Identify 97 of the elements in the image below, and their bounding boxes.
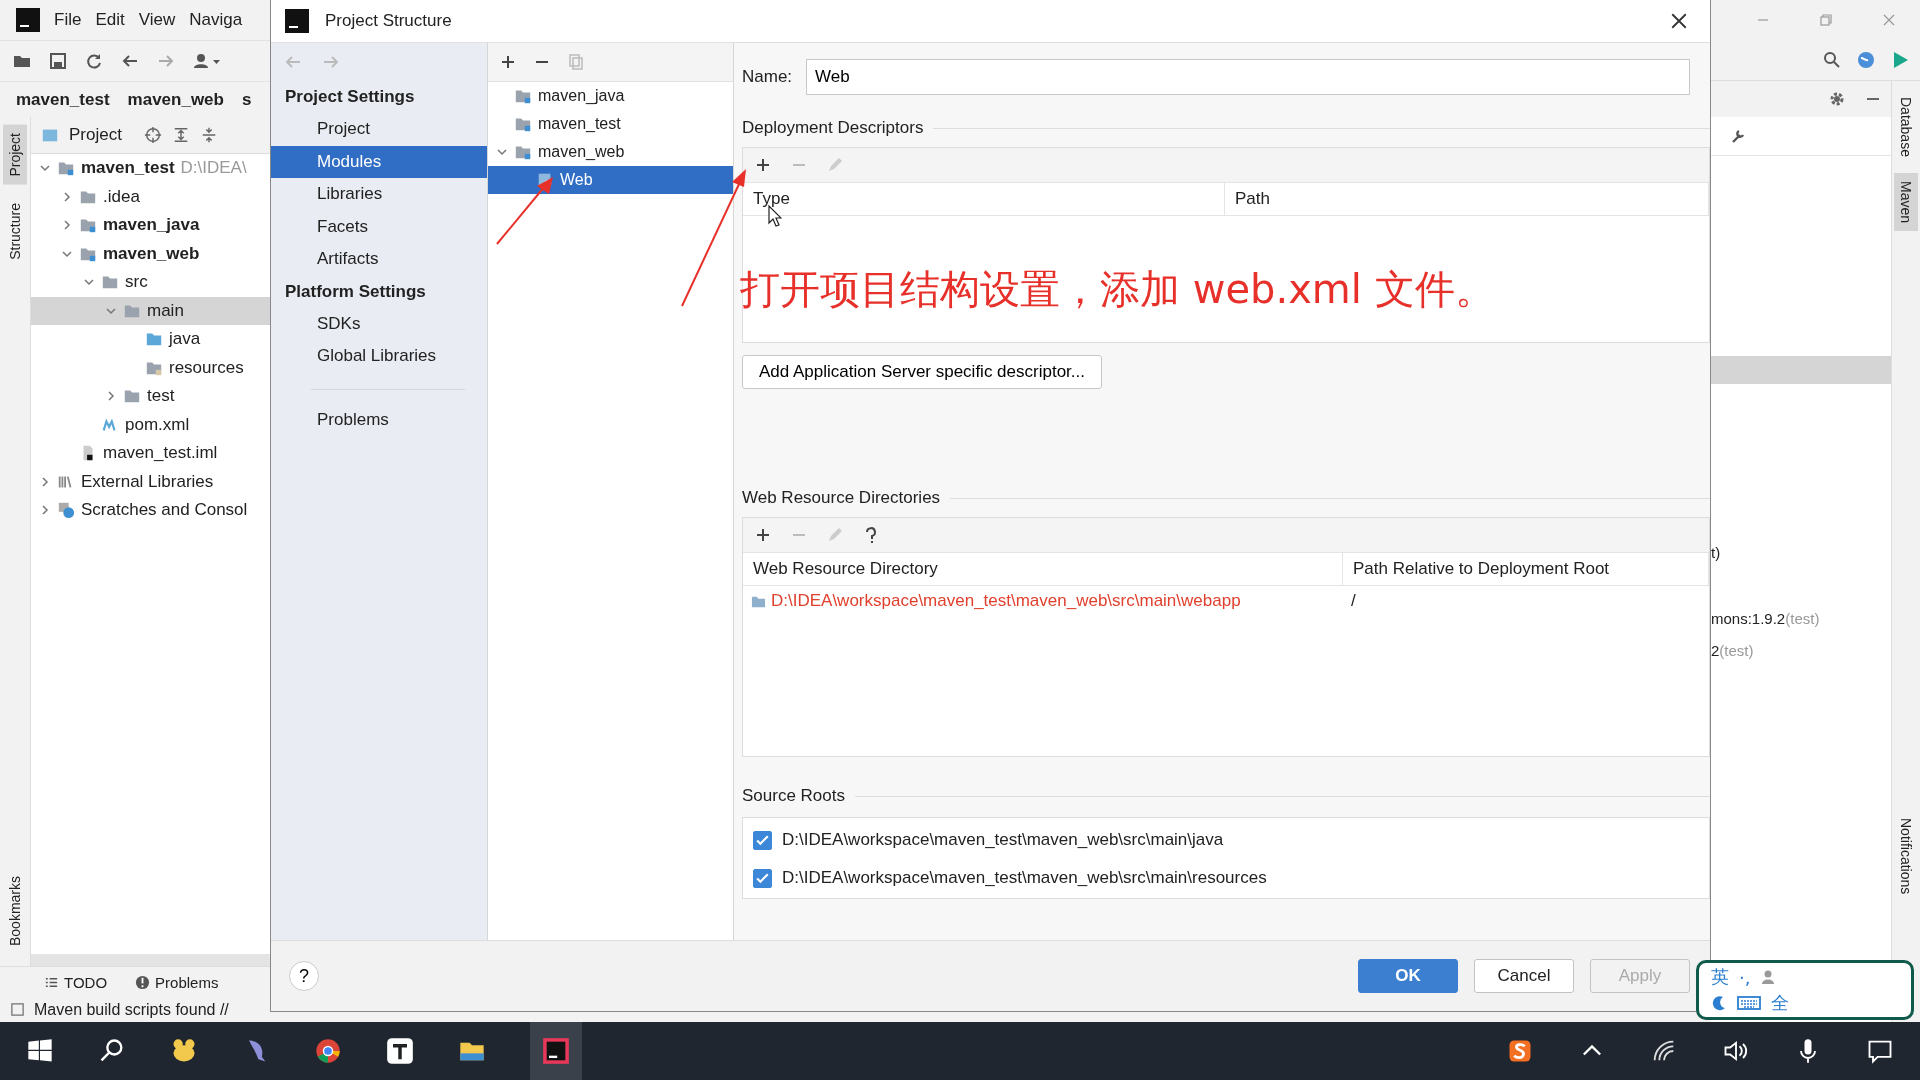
search-icon[interactable] (1822, 50, 1842, 70)
checkbox[interactable] (753, 868, 772, 888)
section-heading: Source Roots (742, 786, 845, 806)
close-icon[interactable] (1670, 12, 1688, 30)
tree-row[interactable]: maven_test.iml (31, 439, 270, 468)
ime-toolbar[interactable]: 英 ·, 全 (1696, 960, 1914, 1020)
breadcrumb-item[interactable]: maven_test (16, 89, 110, 110)
column-header[interactable]: Path Relative to Deployment Root (1343, 553, 1709, 585)
chevron-icon[interactable] (105, 390, 117, 403)
module-item[interactable]: maven_test (488, 110, 733, 138)
column-header[interactable]: Path (1225, 183, 1709, 215)
ime-width: 全 (1771, 991, 1789, 1015)
nav-item[interactable]: Artifacts (271, 243, 487, 276)
ok-button[interactable]: OK (1358, 959, 1458, 993)
scrollbar[interactable] (31, 954, 270, 966)
tool-window-tab[interactable]: Structure (3, 194, 27, 268)
status-icon (10, 1002, 25, 1017)
table-cell: D:\IDEA\workspace\maven_test\maven_web\src\main\webapp (743, 586, 1343, 616)
nav-item[interactable]: Problems (271, 403, 487, 436)
tree-row[interactable]: src (31, 268, 270, 297)
section-heading: Platform Settings (284, 280, 427, 303)
tool-window-tab[interactable]: Maven (1894, 172, 1918, 231)
tree-row[interactable]: .idea (31, 182, 270, 211)
nav-item[interactable]: Libraries (271, 178, 487, 211)
dependency-item[interactable]: 2(test) (1711, 642, 1891, 662)
tree-row[interactable]: java (31, 325, 270, 354)
chevron-icon[interactable] (61, 219, 73, 232)
app-logo-icon (285, 9, 309, 33)
checkbox[interactable] (753, 830, 772, 850)
tree-row[interactable]: resources (31, 353, 270, 382)
ime-punctuation: ·, (1739, 966, 1751, 988)
annotation-arrow (495, 176, 555, 246)
column-header[interactable]: Web Resource Directory (743, 553, 1343, 585)
cursor-icon (768, 205, 782, 227)
table-cell-text: / (1350, 590, 1357, 612)
name-label: Name: (742, 67, 793, 87)
crosshair-icon[interactable] (143, 126, 162, 144)
name-field[interactable]: Web (806, 59, 1690, 95)
problems-tab[interactable]: Problems (135, 973, 219, 991)
menu-item[interactable]: File (54, 10, 82, 30)
tool-window-tab[interactable]: Project (3, 125, 27, 185)
menu-item[interactable]: Edit (95, 10, 125, 30)
tree-row[interactable]: pom.xml (31, 410, 270, 439)
menu-item[interactable]: Naviga (189, 10, 243, 30)
section-heading: Project Settings (284, 86, 416, 108)
nav-item[interactable]: Global Libraries (271, 340, 487, 373)
module-item[interactable]: maven_java (488, 82, 733, 110)
help-button[interactable]: ? (289, 961, 319, 991)
dependency-item[interactable]: mons:1.9.2(test) (1711, 610, 1891, 630)
chevron-icon[interactable] (61, 190, 73, 203)
scratches-icon (57, 501, 75, 520)
source-root-path: D:\IDEA\workspace\maven_test\maven_web\src\main\resources (782, 868, 1267, 888)
tree-row[interactable]: test (31, 382, 270, 411)
status-message: Maven build scripts found // (34, 1000, 229, 1019)
menu-item[interactable]: View (138, 10, 176, 30)
keyboard-icon (1737, 995, 1761, 1011)
ime-mode: 英 (1711, 965, 1729, 989)
breadcrumb-item[interactable]: maven_web (127, 89, 224, 110)
globe-icon[interactable] (1856, 50, 1876, 70)
source-root-path: D:\IDEA\workspace\maven_test\maven_web\src\main\java (782, 830, 1224, 850)
tree-row[interactable]: Scratches and Consol (31, 496, 270, 525)
module-item[interactable]: maven_web (488, 138, 733, 166)
tree-row[interactable]: main (31, 296, 270, 325)
chevron-icon[interactable] (39, 475, 51, 488)
tree-row[interactable]: maven_test D:\IDEA\ (31, 154, 270, 183)
breadcrumb-item[interactable]: s (241, 89, 252, 110)
chevron-icon[interactable] (39, 504, 51, 517)
tool-window-tab[interactable]: Notifications (1894, 809, 1918, 902)
tree-row[interactable]: maven_web (31, 239, 270, 268)
cancel-button[interactable]: Cancel (1474, 959, 1574, 993)
user-icon[interactable] (192, 51, 222, 71)
chevron-icon[interactable] (496, 146, 508, 158)
warning-icon (135, 974, 151, 990)
save-icon[interactable] (48, 51, 68, 71)
todo-tab[interactable]: TODO (44, 973, 108, 991)
chrome-icon[interactable] (314, 1037, 342, 1065)
nav-item[interactable]: SDKs (271, 307, 487, 340)
section-heading: Deployment Descriptors (742, 118, 924, 138)
user-icon (1760, 969, 1777, 985)
app-logo-icon (16, 8, 40, 32)
nav-item[interactable]: Facets (271, 210, 487, 243)
add-descriptor-button[interactable]: Add Application Server specific descriptor... (742, 355, 1102, 389)
tool-window-tab[interactable]: Database (1894, 89, 1918, 165)
moon-icon (1711, 995, 1727, 1011)
dialog-title: Project Structure (325, 11, 452, 31)
dependency-item[interactable]: t) (1711, 544, 1891, 564)
tree-row[interactable]: External Libraries (31, 467, 270, 496)
module-item[interactable]: Web (488, 166, 733, 194)
tree-row[interactable]: maven_java (31, 211, 270, 240)
section-heading: Web Resource Directories (742, 488, 941, 508)
annotation-text: 打开项目结构设置，添加 web.xml 文件。 (740, 265, 1495, 314)
app-logo-icon[interactable] (542, 1037, 570, 1065)
panel-title[interactable]: Project (69, 125, 122, 145)
nav-item[interactable]: Project (271, 113, 487, 146)
tool-window-tab[interactable]: Bookmarks (3, 867, 27, 954)
nav-item[interactable]: Modules (271, 145, 487, 178)
text-app-icon[interactable] (386, 1037, 414, 1065)
